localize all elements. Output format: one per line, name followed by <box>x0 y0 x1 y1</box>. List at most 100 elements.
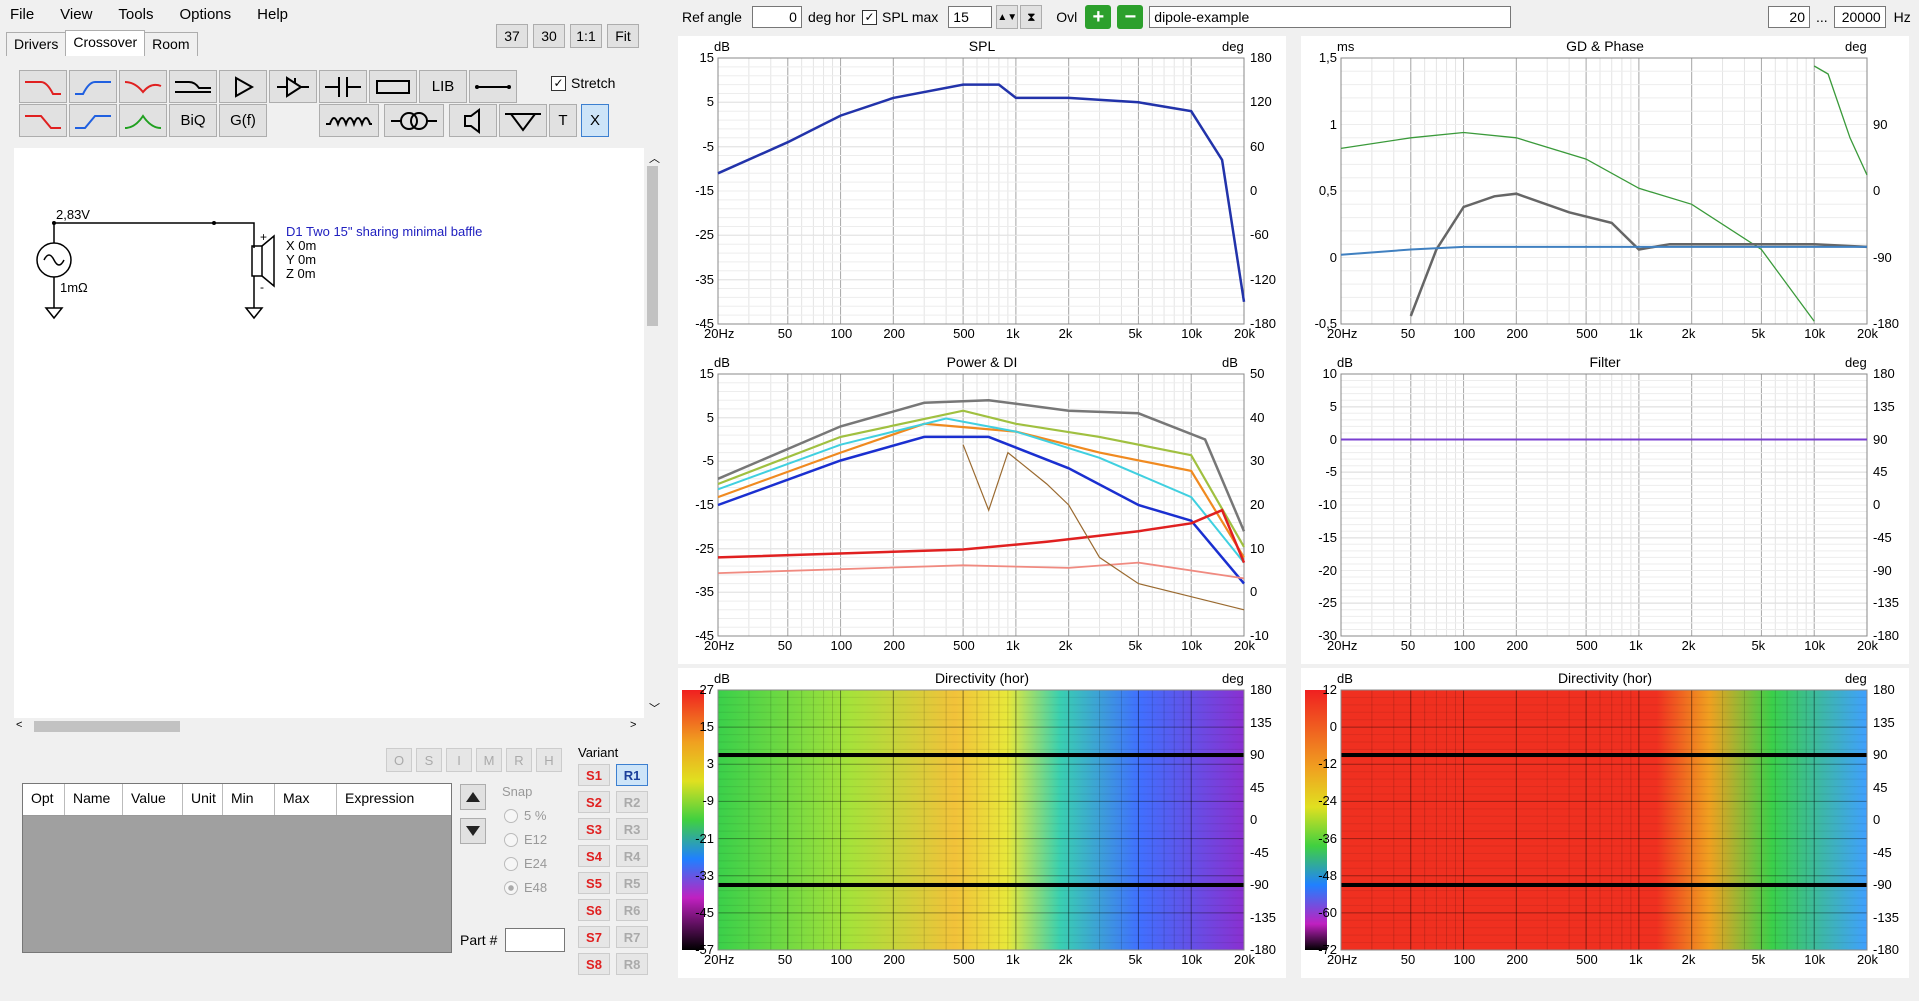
resistor-button[interactable] <box>369 70 417 103</box>
menu-file[interactable]: File <box>10 6 34 23</box>
lowpass-red-button[interactable] <box>19 70 67 103</box>
graph-panel-dir1[interactable]: Directivity (hor) dB deg 27 15 3 -9 -21 -33 -45 -5… <box>678 668 1286 978</box>
highpass-blue-button[interactable] <box>69 70 117 103</box>
variant-s4[interactable]: S4 <box>578 845 610 867</box>
x-tick: 100 <box>830 952 853 967</box>
snap-e24-radio[interactable]: E24 <box>504 856 560 871</box>
add-overlay-icon[interactable]: + <box>1085 5 1112 29</box>
tab-crossover[interactable]: Crossover <box>65 30 146 56</box>
graph-panel-filter[interactable]: Filter dB deg 10 5 0 -5 -10 -15 -20 -25 -30 180 135 90… <box>1301 352 1909 664</box>
wire-button[interactable] <box>469 70 517 103</box>
zoom-1to1-button[interactable]: 1:1 <box>570 24 602 48</box>
freq-max-input[interactable]: 20000 <box>1833 6 1886 28</box>
highpass2-button[interactable] <box>69 104 117 137</box>
lowpass2-button[interactable] <box>19 104 67 137</box>
tab-drivers[interactable]: Drivers <box>6 32 67 56</box>
horizontal-scroll-thumb[interactable] <box>34 721 180 732</box>
remove-overlay-icon[interactable]: − <box>1117 5 1144 29</box>
opt-i-button[interactable]: I <box>446 748 472 772</box>
scroll-up-icon[interactable]: ︿ <box>649 150 660 166</box>
col-min[interactable]: Min <box>223 784 275 815</box>
variant-r2[interactable]: R2 <box>616 791 648 813</box>
variant-r7[interactable]: R7 <box>616 926 648 948</box>
zoom-fit-button[interactable]: Fit <box>607 24 639 48</box>
variant-r3[interactable]: R3 <box>616 818 648 840</box>
col-opt[interactable]: Opt <box>23 784 65 815</box>
variant-r1[interactable]: R1 <box>616 764 648 786</box>
variant-s2[interactable]: S2 <box>578 791 610 813</box>
opt-o-button[interactable]: O <box>386 748 412 772</box>
spl-max-input[interactable]: 15 <box>948 6 993 28</box>
transformer-button[interactable] <box>384 104 444 137</box>
bandpass-button[interactable] <box>119 104 167 137</box>
vertical-scroll-thumb[interactable] <box>647 166 658 326</box>
col-value[interactable]: Value <box>123 784 183 815</box>
shelf-button[interactable] <box>169 70 217 103</box>
snap-e12-radio[interactable]: E12 <box>504 832 560 847</box>
horizontal-scrollbar[interactable]: < > <box>14 718 644 735</box>
zoom-37-button[interactable]: 37 <box>496 24 528 48</box>
variant-s1[interactable]: S1 <box>578 764 610 786</box>
menu-view[interactable]: View <box>60 6 92 23</box>
menu-options[interactable]: Options <box>179 6 231 23</box>
scroll-right-icon[interactable]: > <box>630 719 636 731</box>
parts-table[interactable]: Opt Name Value Unit Min Max Expression <box>22 783 452 953</box>
variant-r6[interactable]: R6 <box>616 899 648 921</box>
variant-r5[interactable]: R5 <box>616 872 648 894</box>
scroll-left-icon[interactable]: < <box>16 719 22 731</box>
opt-r-button[interactable]: R <box>506 748 532 772</box>
col-name[interactable]: Name <box>65 784 123 815</box>
schematic-canvas[interactable]: + - 2,83V 1mΩ D1 Two 15" sharing minimal… <box>14 148 644 718</box>
amplifier-button[interactable] <box>219 70 267 103</box>
snap-5-radio[interactable]: 5 % <box>504 808 560 823</box>
freq-min-input[interactable]: 20 <box>1768 6 1810 28</box>
ref-angle-input[interactable]: 0 <box>751 6 802 28</box>
variant-r4[interactable]: R4 <box>616 845 648 867</box>
spl-fit-button[interactable]: ⧗ <box>1020 5 1043 29</box>
variant-s7[interactable]: S7 <box>578 926 610 948</box>
col-expression[interactable]: Expression <box>337 784 451 815</box>
x-tick: 1k <box>1005 638 1020 653</box>
transfer-function-button[interactable]: G(f) <box>219 104 267 137</box>
stretch-checkbox[interactable]: ✓ Stretch <box>551 75 615 91</box>
opt-m-button[interactable]: M <box>476 748 502 772</box>
biquad-button[interactable]: BiQ <box>169 104 217 137</box>
notch-red-button[interactable] <box>119 70 167 103</box>
amplifier-icon <box>235 75 255 98</box>
x-button[interactable]: X <box>581 104 609 137</box>
opt-h-button[interactable]: H <box>536 748 562 772</box>
scroll-down-icon[interactable]: ﹀ <box>649 700 660 716</box>
snap-e48-radio[interactable]: E48 <box>504 880 560 895</box>
vertical-scrollbar[interactable]: ︿ ﹀ <box>644 148 661 718</box>
variant-s5[interactable]: S5 <box>578 872 610 894</box>
col-unit[interactable]: Unit <box>183 784 223 815</box>
zoom-30-button[interactable]: 30 <box>533 24 565 48</box>
capacitor-button[interactable] <box>319 70 367 103</box>
col-max[interactable]: Max <box>275 784 337 815</box>
inductor-button[interactable] <box>319 104 379 137</box>
spl-max-checkbox[interactable]: ✓ <box>862 9 877 25</box>
opt-s-button[interactable]: S <box>416 748 442 772</box>
driver-button[interactable] <box>449 104 497 137</box>
move-up-button[interactable] <box>460 784 486 810</box>
move-down-button[interactable] <box>460 818 486 844</box>
variant-s8[interactable]: S8 <box>578 953 610 975</box>
lib-button[interactable]: LIB <box>419 70 467 103</box>
graph-panel-dir2[interactable]: Directivity (hor) dB deg 12 0 -12 -24 -36 -48 -60… <box>1301 668 1909 978</box>
variant-s3[interactable]: S3 <box>578 818 610 840</box>
buffer-button[interactable] <box>269 70 317 103</box>
menu-help[interactable]: Help <box>257 6 288 23</box>
spl-spin-button[interactable]: ▲▼ <box>996 5 1019 29</box>
project-name-field[interactable]: dipole-example <box>1149 6 1512 28</box>
graph-panel-spl[interactable]: SPL dB deg 15 5 -5 -15 -25 -35 -45 180 120 60 0 -60 -12… <box>678 36 1286 352</box>
variant-s6[interactable]: S6 <box>578 899 610 921</box>
text-button[interactable]: T <box>549 104 577 137</box>
menu-tools[interactable]: Tools <box>118 6 153 23</box>
ground-button[interactable] <box>499 104 547 137</box>
graph-panel-power[interactable]: Power & DI dB dB 15 5 -5 -15 -25 -35 -45 50 40 30 20 1… <box>678 352 1286 664</box>
part-number-input[interactable] <box>505 928 566 952</box>
variant-r8[interactable]: R8 <box>616 953 648 975</box>
graph-panel-gd[interactable]: GD & Phase ms deg 1,5 1 0,5 0 -0,5 90 0 -90 -180 20H… <box>1301 36 1909 352</box>
x-tick: 500 <box>953 952 975 967</box>
tab-room[interactable]: Room <box>144 32 198 56</box>
